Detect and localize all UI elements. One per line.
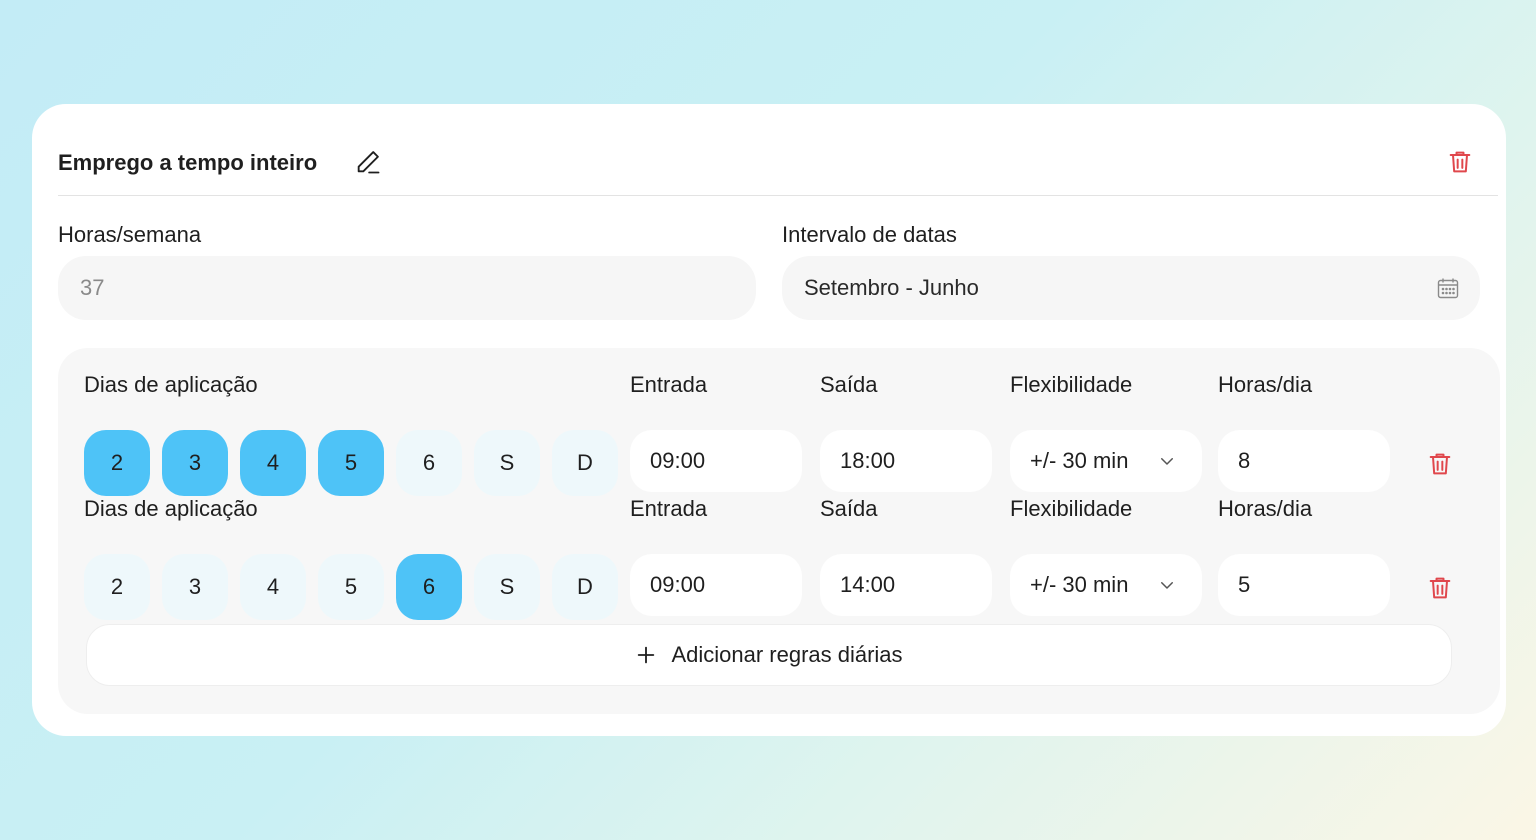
saida-input[interactable]: 18:00 [820, 430, 992, 492]
delete-rule-button[interactable] [1426, 450, 1454, 478]
day-toggle-3[interactable]: 3 [162, 554, 228, 620]
flex-select[interactable]: +/- 30 min [1010, 430, 1202, 492]
hours-week-label: Horas/semana [58, 222, 202, 247]
delete-schedule-button[interactable] [1446, 148, 1474, 176]
add-daily-rule-button[interactable]: Adicionar regras diárias [86, 624, 1452, 686]
trash-icon [1429, 453, 1451, 475]
daily-rule-2: Dias de aplicação 2 3 4 5 6 S D Entrada … [58, 496, 1500, 620]
calendar-icon[interactable] [1436, 276, 1460, 300]
date-range-label: Intervalo de datas [782, 222, 957, 247]
add-daily-rule-label: Adicionar regras diárias [671, 642, 903, 667]
day-toggle-6[interactable]: 6 [396, 430, 462, 496]
saida-input[interactable]: 14:00 [820, 554, 992, 616]
day-toggle-4[interactable]: 4 [240, 554, 306, 620]
daily-rule-1: Dias de aplicação 2 3 4 5 6 S D Entrada … [58, 372, 1500, 496]
trash-icon [1429, 577, 1451, 599]
flex-label: Flexibilidade [1010, 496, 1133, 521]
entrada-input[interactable]: 09:00 [630, 430, 802, 492]
date-range-input[interactable]: Setembro - Junho [782, 256, 1480, 320]
pencil-icon [357, 151, 380, 174]
plus-icon [638, 646, 655, 664]
chevron-down-icon [1161, 458, 1173, 465]
day-toggle-d[interactable]: D [552, 554, 618, 620]
work-schedule-card: Emprego a tempo inteiro Horas/semana 37 … [32, 104, 1506, 736]
daily-rules-panel: Dias de aplicação 2 3 4 5 6 S D Entrada … [58, 348, 1500, 714]
day-toggle-s[interactable]: S [474, 430, 540, 496]
day-toggle-5[interactable]: 5 [318, 430, 384, 496]
flex-select[interactable]: +/- 30 min [1010, 554, 1202, 616]
day-toggle-6[interactable]: 6 [396, 554, 462, 620]
card-header: Emprego a tempo inteiro [58, 134, 1498, 196]
day-toggle-2[interactable]: 2 [84, 554, 150, 620]
horas-input[interactable]: 5 [1218, 554, 1390, 616]
saida-label: Saída [820, 496, 878, 521]
saida-label: Saída [820, 372, 878, 397]
flex-label: Flexibilidade [1010, 372, 1133, 397]
flex-value: +/- 30 min [1030, 572, 1129, 597]
chevron-down-icon [1161, 582, 1173, 589]
entrada-label: Entrada [630, 372, 708, 397]
horas-input[interactable]: 8 [1218, 430, 1390, 492]
day-toggle-s[interactable]: S [474, 554, 540, 620]
entrada-label: Entrada [630, 496, 708, 521]
days-label: Dias de aplicação [84, 372, 258, 397]
days-label: Dias de aplicação [84, 496, 258, 521]
day-toggle-d[interactable]: D [552, 430, 618, 496]
horas-label: Horas/dia [1218, 372, 1313, 397]
delete-rule-button[interactable] [1426, 574, 1454, 602]
day-toggle-3[interactable]: 3 [162, 430, 228, 496]
hours-week-input[interactable]: 37 [58, 256, 756, 320]
edit-title-button[interactable] [354, 148, 382, 176]
trash-icon [1449, 151, 1471, 173]
flex-value: +/- 30 min [1030, 448, 1129, 473]
entrada-input[interactable]: 09:00 [630, 554, 802, 616]
day-toggle-5[interactable]: 5 [318, 554, 384, 620]
horas-label: Horas/dia [1218, 496, 1313, 521]
day-toggle-2[interactable]: 2 [84, 430, 150, 496]
date-range-value: Setembro - Junho [804, 275, 979, 300]
day-toggle-4[interactable]: 4 [240, 430, 306, 496]
schedule-title: Emprego a tempo inteiro [58, 150, 318, 175]
